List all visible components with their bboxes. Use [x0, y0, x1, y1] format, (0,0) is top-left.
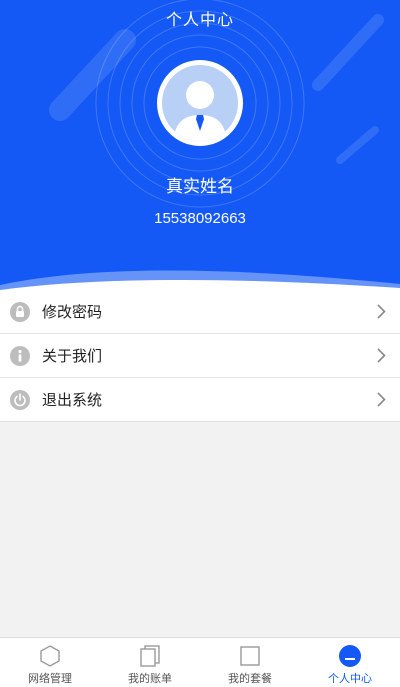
tab-my-bill[interactable]: 我的账单	[100, 638, 200, 687]
menu-item-logout[interactable]: 退出系统	[0, 378, 400, 422]
user-center-icon	[339, 645, 361, 667]
settings-menu: 修改密码 关于我们 退出系统	[0, 290, 400, 422]
chevron-right-icon	[377, 304, 386, 319]
tab-network-management[interactable]: 网络管理	[0, 638, 100, 687]
tab-label: 个人中心	[328, 672, 372, 685]
power-icon	[10, 389, 30, 410]
tab-label: 我的套餐	[228, 672, 272, 685]
avatar[interactable]	[157, 60, 243, 146]
bill-icon	[140, 645, 160, 667]
bottom-tab-bar: 网络管理 我的账单 我的套餐 个人中心	[0, 637, 400, 687]
hexagon-icon	[40, 645, 60, 667]
user-silhouette-icon	[174, 81, 226, 141]
package-icon	[240, 646, 260, 666]
info-icon	[10, 345, 30, 366]
page-title: 个人中心	[165, 10, 234, 29]
tab-personal-center[interactable]: 个人中心	[300, 638, 400, 687]
lock-icon	[10, 301, 30, 322]
user-phone: 15538092663	[154, 210, 246, 227]
menu-item-label: 退出系统	[42, 391, 103, 409]
menu-item-label: 修改密码	[42, 303, 103, 321]
tab-label: 我的账单	[128, 672, 172, 685]
menu-item-about-us[interactable]: 关于我们	[0, 334, 400, 378]
tab-label: 网络管理	[28, 672, 72, 685]
tab-my-package[interactable]: 我的套餐	[200, 638, 300, 687]
user-name: 真实姓名	[166, 177, 234, 197]
profile-header: 个人中心 真实姓名 15538092663	[0, 0, 400, 290]
menu-item-change-password[interactable]: 修改密码	[0, 290, 400, 334]
menu-item-label: 关于我们	[42, 347, 103, 365]
chevron-right-icon	[377, 392, 386, 407]
chevron-right-icon	[377, 348, 386, 363]
